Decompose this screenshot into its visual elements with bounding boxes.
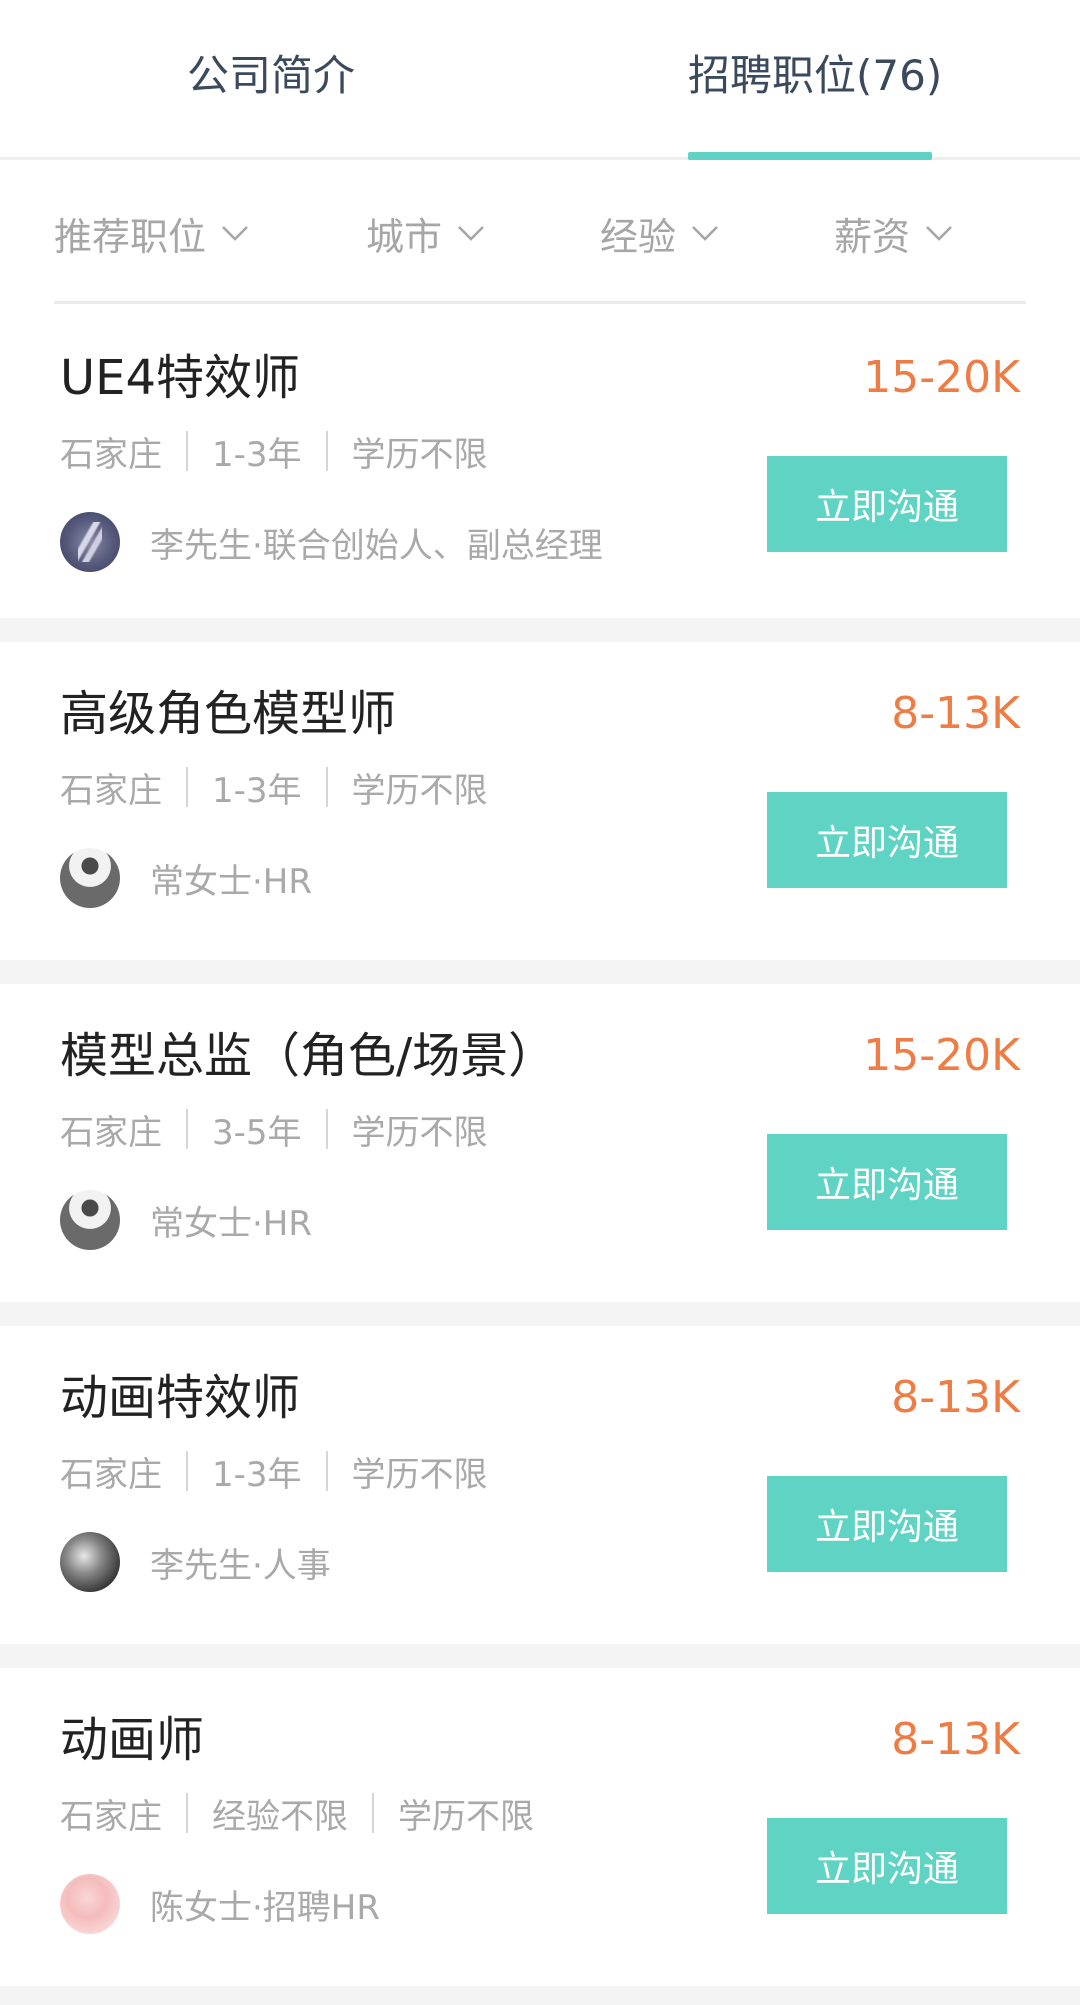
job-experience: 1-3年: [212, 770, 302, 811]
job-card[interactable]: 模型总监（角色/场景） 15-20K 石家庄 3-5年 学历不限 常女士·HR …: [0, 984, 1080, 1302]
card-separator: [0, 1302, 1080, 1326]
divider: [325, 431, 328, 471]
job-meta: 石家庄 3-5年 学历不限: [60, 1104, 488, 1154]
card-separator: [0, 1986, 1080, 2005]
chevron-down-icon: [926, 226, 952, 241]
job-meta: 石家庄 经验不限 学历不限: [60, 1788, 534, 1838]
divider: [186, 431, 188, 471]
card-separator: [0, 960, 1080, 984]
divider: [372, 1793, 374, 1833]
filter-bar: 推荐职位 城市 经验 薪资: [54, 160, 1026, 304]
filter-city[interactable]: 城市: [366, 208, 488, 259]
divider: [186, 1109, 188, 1149]
avatar: [60, 848, 120, 908]
job-city: 石家庄: [60, 770, 162, 811]
filter-label: 推荐职位: [54, 214, 207, 259]
job-experience: 1-3年: [212, 434, 302, 475]
divider: [325, 1451, 328, 1491]
job-salary: 15-20K: [863, 352, 1020, 403]
recruiter-info: 常女士·HR: [60, 846, 312, 910]
filter-experience[interactable]: 经验: [600, 208, 722, 259]
job-city: 石家庄: [60, 1454, 162, 1495]
recruiter-name: 李先生·联合创始人、副总经理: [150, 525, 603, 566]
job-education: 学历不限: [351, 1454, 488, 1495]
job-salary: 8-13K: [891, 688, 1020, 739]
avatar: [60, 512, 120, 572]
job-salary: 8-13K: [891, 1372, 1020, 1423]
job-education: 学历不限: [351, 1112, 488, 1153]
job-title: 动画师: [60, 1712, 205, 1768]
recruiter-name: 李先生·人事: [150, 1545, 331, 1586]
avatar: [60, 1532, 120, 1592]
recruiter-info: 常女士·HR: [60, 1188, 312, 1252]
job-education: 学历不限: [351, 770, 488, 811]
filter-recommended[interactable]: 推荐职位: [54, 208, 252, 259]
chat-now-button[interactable]: 立即沟通: [767, 1134, 1007, 1230]
job-meta: 石家庄 1-3年 学历不限: [60, 762, 488, 812]
recruiter-info: 陈女士·招聘HR: [60, 1872, 380, 1936]
avatar: [60, 1874, 120, 1934]
divider: [325, 1109, 328, 1149]
tab-job-openings[interactable]: 招聘职位(76): [688, 48, 942, 104]
card-separator: [0, 618, 1080, 642]
recruiter-name: 陈女士·招聘HR: [150, 1887, 380, 1928]
filter-label: 薪资: [834, 214, 911, 259]
divider: [186, 1451, 188, 1491]
job-card[interactable]: 动画师 8-13K 石家庄 经验不限 学历不限 陈女士·招聘HR 立即沟通: [0, 1668, 1080, 1986]
chat-now-button[interactable]: 立即沟通: [767, 1476, 1007, 1572]
divider: [325, 767, 328, 807]
job-experience: 经验不限: [212, 1796, 348, 1837]
chevron-down-icon: [692, 226, 718, 241]
job-education: 学历不限: [351, 434, 488, 475]
card-separator: [0, 1644, 1080, 1668]
job-title: 高级角色模型师: [60, 686, 397, 742]
job-experience: 1-3年: [212, 1454, 302, 1495]
chat-now-button[interactable]: 立即沟通: [767, 456, 1007, 552]
job-card[interactable]: 动画特效师 8-13K 石家庄 1-3年 学历不限 李先生·人事 立即沟通: [0, 1326, 1080, 1644]
job-title: 模型总监（角色/场景）: [60, 1028, 557, 1084]
active-tab-indicator: [688, 152, 932, 160]
filter-salary[interactable]: 薪资: [834, 208, 956, 259]
filter-label: 城市: [366, 214, 443, 259]
job-salary: 15-20K: [863, 1030, 1020, 1081]
avatar: [60, 1190, 120, 1250]
filter-label: 经验: [600, 214, 677, 259]
job-city: 石家庄: [60, 1796, 162, 1837]
recruiter-info: 李先生·人事: [60, 1530, 331, 1594]
divider: [186, 1793, 188, 1833]
job-salary: 8-13K: [891, 1714, 1020, 1765]
chat-now-button[interactable]: 立即沟通: [767, 792, 1007, 888]
recruiter-name: 常女士·HR: [150, 861, 312, 902]
recruiter-info: 李先生·联合创始人、副总经理: [60, 510, 603, 574]
job-card[interactable]: 高级角色模型师 8-13K 石家庄 1-3年 学历不限 常女士·HR 立即沟通: [0, 642, 1080, 960]
job-card[interactable]: UE4特效师 15-20K 石家庄 1-3年 学历不限 李先生·联合创始人、副总…: [0, 306, 1080, 624]
job-city: 石家庄: [60, 434, 162, 475]
job-meta: 石家庄 1-3年 学历不限: [60, 426, 488, 476]
chevron-down-icon: [458, 226, 484, 241]
job-city: 石家庄: [60, 1112, 162, 1153]
job-title: 动画特效师: [60, 1370, 301, 1426]
tab-company-intro[interactable]: 公司简介: [187, 48, 355, 104]
tab-bar: 公司简介 招聘职位(76): [0, 0, 1080, 160]
job-experience: 3-5年: [212, 1112, 302, 1153]
chevron-down-icon: [222, 226, 248, 241]
job-title: UE4特效师: [60, 350, 301, 406]
chat-now-button[interactable]: 立即沟通: [767, 1818, 1007, 1914]
company-jobs-page: 公司简介 招聘职位(76) 推荐职位 城市 经验 薪资 UE4特效师 15-20…: [0, 0, 1080, 2005]
divider: [186, 767, 188, 807]
job-meta: 石家庄 1-3年 学历不限: [60, 1446, 488, 1496]
recruiter-name: 常女士·HR: [150, 1203, 312, 1244]
job-education: 学历不限: [398, 1796, 534, 1837]
